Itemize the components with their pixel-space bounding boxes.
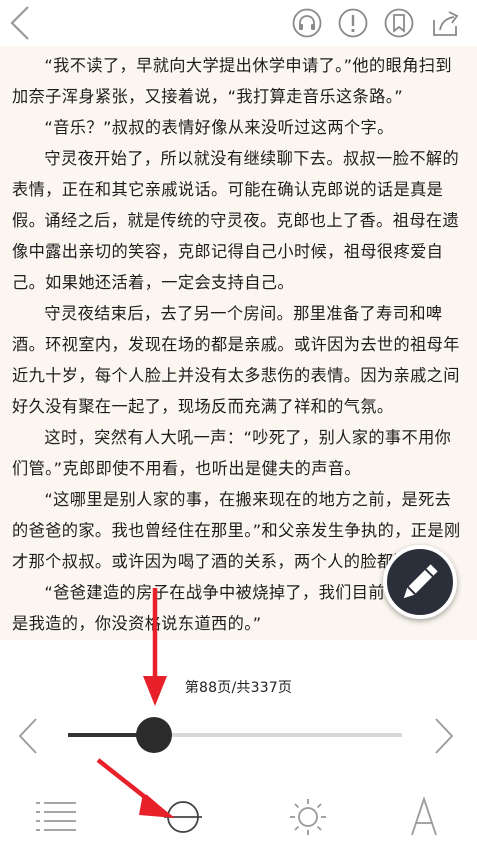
font-icon[interactable] bbox=[402, 795, 446, 839]
report-icon[interactable] bbox=[338, 8, 368, 38]
previous-chapter-icon[interactable] bbox=[16, 716, 40, 756]
top-toolbar bbox=[0, 0, 477, 46]
bookmark-icon[interactable] bbox=[384, 8, 414, 38]
progress-slider-thumb[interactable] bbox=[136, 717, 173, 753]
paragraph: 这时，突然有人大吼一声：“吵死了，别人家的事不用你们管。”克郎即使不用看，也听出… bbox=[12, 428, 452, 478]
paragraph: “我不读了，早就向大学提出休学申请了。”他的眼角扫到加奈子浑身紧张，又接着说，“… bbox=[12, 56, 452, 106]
progress-slider-track[interactable] bbox=[68, 733, 402, 737]
next-chapter-icon[interactable] bbox=[432, 716, 456, 756]
progress-icon[interactable] bbox=[161, 795, 205, 839]
paragraph: “音乐？”叔叔的表情好像从来没听过这两个字。 bbox=[44, 118, 394, 137]
pencil-icon bbox=[403, 564, 438, 599]
page-indicator: 第88页/共337页 bbox=[184, 680, 293, 696]
paragraph: 诵经之后，就是传统的守灵夜。克郎也上了香。祖母在遗像中露出亲切的笑容，克郎记得自… bbox=[12, 211, 460, 292]
back-arrow-icon[interactable] bbox=[6, 4, 34, 42]
edit-note-button[interactable] bbox=[383, 545, 457, 619]
headphones-icon[interactable] bbox=[292, 8, 322, 38]
share-icon[interactable] bbox=[430, 8, 460, 38]
brightness-icon[interactable] bbox=[286, 795, 330, 839]
paragraph: 守灵夜结束后，去了另一个房间。那里准备了寿司和啤酒。环视室内，发现在场的都是亲戚… bbox=[12, 304, 460, 416]
table-of-contents-icon[interactable] bbox=[34, 795, 78, 839]
